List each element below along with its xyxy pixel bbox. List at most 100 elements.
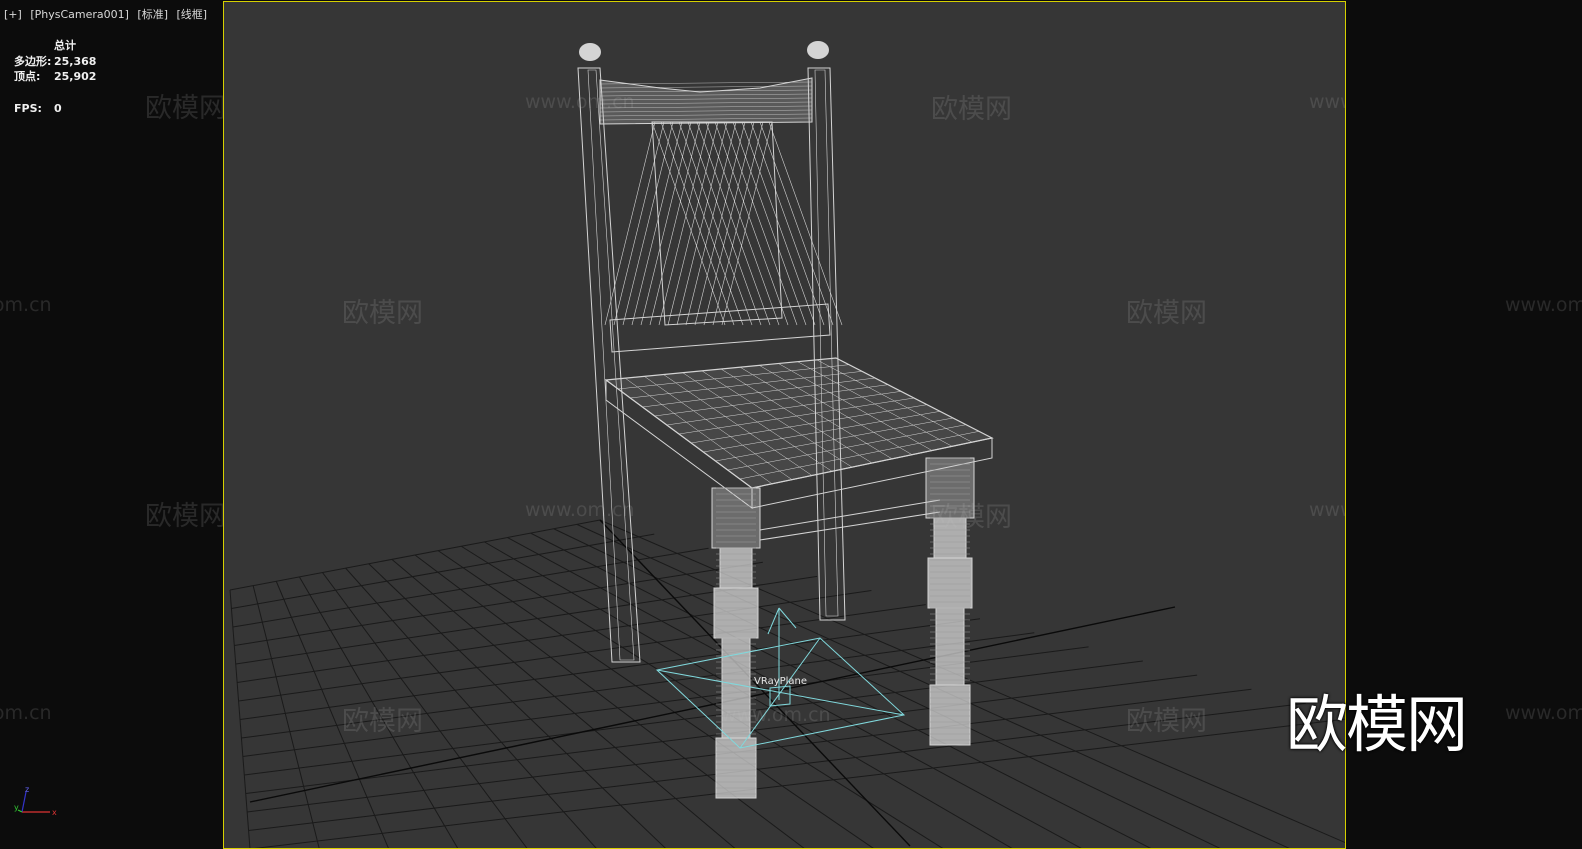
watermark-logo: 欧模网 <box>145 501 226 532</box>
chair-splat-line <box>604 121 656 326</box>
grid-line <box>530 532 1152 848</box>
chair-stretcher <box>759 511 941 541</box>
chair-seat-line <box>797 361 953 447</box>
vertices-label: 顶点: <box>14 70 41 83</box>
watermark-url: www.om.cn <box>0 702 52 724</box>
chair-finial <box>807 41 829 59</box>
chair-back-post-left <box>587 69 635 661</box>
watermark-url: www.om.cn <box>0 294 52 316</box>
chair-back-post-left <box>577 67 641 663</box>
vrayplane-helper-diagonal <box>739 637 821 749</box>
axis-gizmo-icon: x z y <box>14 785 57 817</box>
grid-line <box>232 547 709 628</box>
watermark-url: www.om.cn <box>1309 91 1345 113</box>
chair-seat-line <box>701 370 853 468</box>
chair-back-post-right <box>807 67 846 621</box>
chair-front-leg-right <box>929 684 971 746</box>
grid-line <box>231 533 655 609</box>
chair-finial <box>579 43 601 61</box>
chair-seat-line <box>678 397 915 435</box>
chair-seat-line <box>778 363 933 451</box>
chair-splat-line <box>705 121 780 326</box>
chair-seat-line <box>663 374 813 476</box>
vrayplane-helper <box>655 637 906 749</box>
axis-y-label: y <box>14 803 19 812</box>
grid-line <box>234 561 763 646</box>
chair-splat-line <box>658 121 710 326</box>
grid-line <box>576 523 1290 848</box>
grid-line <box>235 575 818 665</box>
camera-selector[interactable]: [PhysCamera001] <box>30 8 129 21</box>
grid-line <box>599 519 1345 844</box>
chair-seat-line <box>816 359 973 443</box>
chair-splat-line <box>696 121 771 326</box>
polygons-value: 25,368 <box>54 54 97 68</box>
chair-splat-line <box>714 121 789 326</box>
chair-top-rail-line <box>599 113 813 117</box>
vrayplane-label[interactable]: VRayPlane <box>754 676 807 687</box>
chair-seat-line <box>625 377 773 485</box>
vertices-value: 25,902 <box>54 70 97 83</box>
chair-splat-line <box>660 121 735 326</box>
chair-seat-line <box>691 404 928 444</box>
statistics-panel: 总计 多边形: 25,368 顶点: 25,902 FPS: 0 <box>14 38 96 116</box>
grid-line <box>553 528 1221 848</box>
watermark-brand-logo: 欧模网 <box>1286 688 1468 761</box>
grid-line <box>252 585 320 848</box>
watermark-url: www.om.cn <box>1505 702 1582 724</box>
chair-seat-line <box>715 417 954 462</box>
chair-top-rail-line <box>599 117 813 121</box>
vrayplane-helper-arrow <box>778 607 797 629</box>
chair-front-leg-left <box>715 737 757 799</box>
fps-label: FPS: <box>14 101 42 115</box>
watermark-url: www.om.cn <box>1309 499 1345 521</box>
display-mode-selector[interactable]: [线框] <box>177 8 208 21</box>
chair-seat-line <box>759 365 913 455</box>
chair-splat <box>651 121 783 326</box>
watermark-logo: 欧模网 <box>931 94 1012 125</box>
stats-header: 总计 <box>54 39 76 52</box>
chair-seat-line <box>720 368 873 464</box>
polygons-label: 多边形: <box>14 54 52 68</box>
chair-stretcher <box>759 499 941 531</box>
chair-splat-line <box>768 121 843 326</box>
watermark-logo: 欧模网 <box>1126 706 1207 737</box>
chair-top-rail-line <box>599 81 813 85</box>
grid-line <box>238 604 926 702</box>
grid-line <box>237 590 872 683</box>
watermark-logo: 欧模网 <box>931 502 1012 533</box>
grid-line <box>507 537 1082 848</box>
chair-splat-line <box>678 121 753 326</box>
chair-front-leg-right <box>935 607 965 686</box>
chair-splat-line <box>723 121 798 326</box>
grid-line <box>460 545 944 848</box>
chair-splat-line <box>622 121 674 326</box>
chair-seat-line <box>630 371 863 399</box>
chair-seat-line <box>644 376 793 480</box>
vrayplane-helper-arrow <box>767 607 780 635</box>
viewport-label: [+] [PhysCamera001] [标准] [线框] <box>4 6 212 22</box>
watermark-logo: 欧模网 <box>1126 298 1207 329</box>
chair-splat-line <box>750 121 825 326</box>
chair-back-post-right <box>814 69 839 617</box>
chair-splat-line <box>669 121 744 326</box>
watermark-logo: 欧模网 <box>342 298 423 329</box>
watermark-url: www.om.cn <box>525 499 635 521</box>
chair-splat-line <box>667 121 719 326</box>
watermark-logo: 欧模网 <box>342 706 423 737</box>
chair-seat-line <box>654 384 889 417</box>
chair-seat-line <box>727 424 967 471</box>
chair-splat-line <box>687 121 762 326</box>
chair-splat-line <box>631 121 683 326</box>
chair-front-leg-right <box>927 557 973 609</box>
chair-front-leg-left <box>713 587 759 639</box>
chair-splat-line <box>651 121 726 326</box>
chair-seat-top <box>604 357 994 489</box>
perspective-viewport[interactable]: 欧模网 欧模网 欧模网 欧模网 欧模网 欧模网 www.om.cn www.om… <box>223 1 1346 849</box>
viewport-menu-button[interactable]: [+] <box>4 8 22 21</box>
chair-splat-line <box>640 121 692 326</box>
chair-splat-line <box>712 121 764 326</box>
axis-x-label: x <box>52 808 57 817</box>
grid-line <box>229 589 251 848</box>
shading-selector[interactable]: [标准] <box>137 8 168 21</box>
